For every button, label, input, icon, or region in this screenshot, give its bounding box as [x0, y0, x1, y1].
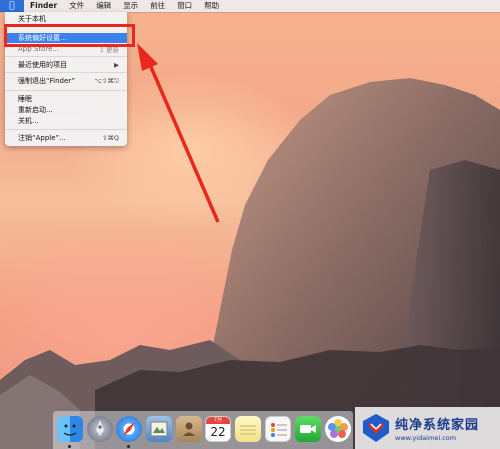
apple-logo-icon[interactable]:  — [0, 0, 24, 12]
calendar-icon[interactable]: 7月 22 — [205, 416, 231, 442]
menu-separator — [5, 56, 127, 57]
menu-edit[interactable]: 编辑 — [90, 0, 117, 12]
compass-icon — [123, 422, 135, 436]
menu-separator — [5, 129, 127, 130]
menu-item-sleep[interactable]: 睡眠 — [5, 94, 127, 104]
menu-item-label: 最近使用的项目 — [18, 61, 67, 69]
person-icon — [183, 422, 195, 436]
checklist-icon — [271, 423, 287, 437]
menu-bar:  Finder 文件 编辑 显示 前往 窗口 帮助 — [0, 0, 500, 12]
menu-item-label: 重新启动... — [18, 106, 53, 114]
menu-item-force-quit[interactable]: 强制退出“Finder” ⌥⇧⌘⎋ — [5, 76, 127, 86]
menu-view[interactable]: 显示 — [117, 0, 144, 12]
menu-item-shutdown[interactable]: 关机... — [5, 116, 127, 126]
finder-face-icon — [63, 424, 77, 436]
menu-item-logout[interactable]: 注销“Apple”... ⇧⌘Q — [5, 133, 127, 143]
rocket-icon — [96, 420, 104, 436]
photos-icon[interactable] — [325, 416, 351, 442]
contacts-icon[interactable] — [176, 416, 202, 442]
menu-separator — [5, 72, 127, 73]
menu-file[interactable]: 文件 — [63, 0, 90, 12]
safari-icon[interactable] — [116, 416, 142, 442]
menu-window[interactable]: 窗口 — [171, 0, 198, 12]
mail-icon[interactable] — [146, 416, 172, 442]
reminders-icon[interactable] — [265, 416, 291, 442]
menu-item-recent-items[interactable]: 最近使用的项目 ▶ — [5, 60, 127, 70]
logout-shortcut: ⇧⌘Q — [101, 134, 119, 142]
menu-go[interactable]: 前往 — [144, 0, 171, 12]
force-quit-shortcut: ⌥⇧⌘⎋ — [94, 76, 119, 85]
menu-item-label: 睡眠 — [18, 95, 32, 103]
finder-icon[interactable] — [57, 416, 83, 442]
running-indicator — [127, 445, 130, 448]
menu-item-restart[interactable]: 重新启动... — [5, 105, 127, 115]
menu-item-label: 强制退出“Finder” — [18, 77, 76, 85]
menu-help[interactable]: 帮助 — [198, 0, 225, 12]
menu-item-label: 注销“Apple”... — [18, 134, 66, 142]
watermark-logo-icon — [363, 414, 389, 442]
watermark-text: 纯净系统家园 www.yidaimei.com — [395, 414, 479, 442]
menu-separator — [5, 90, 127, 91]
facetime-icon[interactable] — [295, 416, 321, 442]
watermark: 纯净系统家园 www.yidaimei.com — [355, 407, 500, 449]
menu-item-label: 关于本机 — [18, 15, 46, 23]
calendar-month: 7月 — [206, 417, 230, 424]
running-indicator — [68, 445, 71, 448]
video-camera-icon — [300, 425, 316, 433]
photos-flower-icon — [328, 419, 348, 438]
notepad-lines-icon — [240, 425, 256, 435]
menu-item-about[interactable]: 关于本机 — [5, 14, 127, 24]
watermark-title: 纯净系统家园 — [395, 418, 480, 433]
stamp-icon — [150, 421, 168, 437]
notes-icon[interactable] — [235, 416, 261, 442]
menu-item-label: 关机... — [18, 117, 39, 125]
submenu-arrow-icon: ▶ — [114, 61, 119, 69]
calendar-day: 22 — [210, 425, 226, 439]
launchpad-icon[interactable] — [87, 416, 113, 442]
watermark-url: www.yidaimei.com — [395, 434, 457, 442]
annotation-highlight-box — [4, 24, 135, 47]
menu-finder[interactable]: Finder — [24, 0, 63, 12]
